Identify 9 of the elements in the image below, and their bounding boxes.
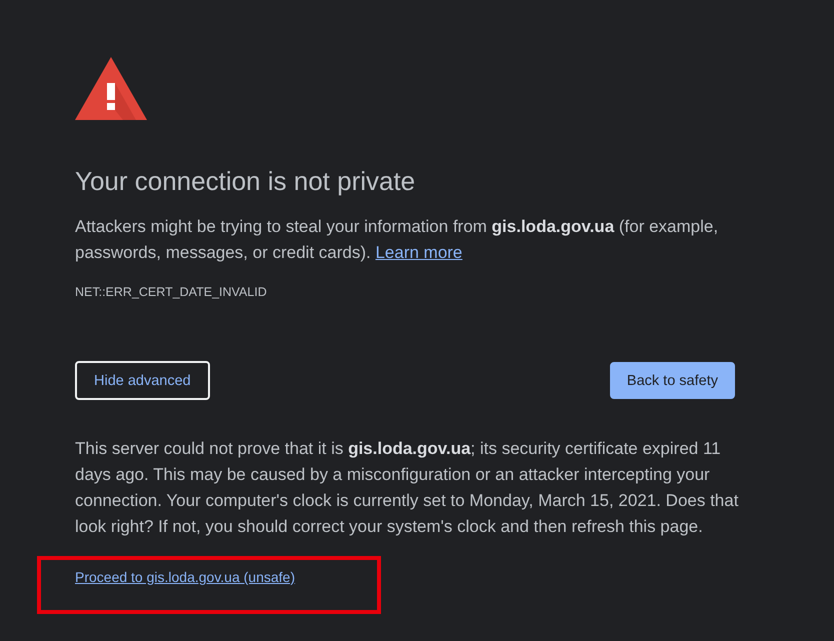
- back-to-safety-button[interactable]: Back to safety: [610, 362, 735, 399]
- proceed-link[interactable]: Proceed to gis.loda.gov.ua (unsafe): [75, 569, 295, 585]
- warning-icon: [75, 57, 147, 120]
- learn-more-link[interactable]: Learn more: [375, 243, 462, 262]
- warning-message: Attackers might be trying to steal your information from gis.loda.gov.ua (for example, passwords, messages, or credit cards). Learn more: [75, 216, 720, 264]
- page-heading: Your connection is not private: [75, 165, 416, 197]
- error-code: NET::ERR_CERT_DATE_INVALID: [75, 284, 268, 300]
- hide-advanced-button[interactable]: Hide advanced: [75, 361, 210, 400]
- details-message: This server could not prove that it is gis.loda.gov.ua; its security certificate expired 11 days ago. This may be caused by a misconfiguration or an attacker intercepting your connection. Your computer's clock is currently set to Monday, March 15, 2021. Does that look right? If not, you should correct your system's clock and then refresh this page.: [75, 438, 740, 538]
